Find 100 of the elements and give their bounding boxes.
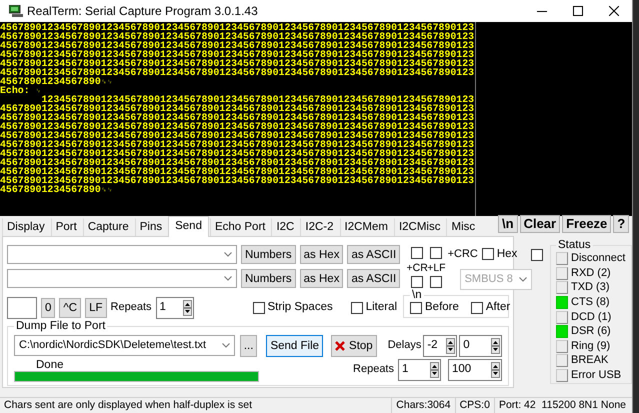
status-label: CTS (8) <box>571 296 610 310</box>
send-button[interactable]: as Hex <box>300 269 344 288</box>
spin-field[interactable]: 1 <box>398 359 441 381</box>
send-button[interactable]: Numbers <box>241 245 296 264</box>
checkbox[interactable] <box>410 302 422 314</box>
computer-icon <box>9 5 23 17</box>
terminal-text: 45678901234567890123456789012345678901234567890123456789012345678901234567890123 <box>0 40 474 51</box>
status-label: DCD (1) <box>571 310 612 324</box>
terminal-text: 45678901234567890123456789012345678901234567890123456789012345678901234567890123 <box>0 157 474 168</box>
status-text: Chars:3064 <box>391 398 455 413</box>
status-label: DSR (6) <box>571 325 611 338</box>
toolbar-button[interactable]: Clear <box>520 215 560 234</box>
checkbox[interactable] <box>531 248 544 260</box>
delays-label: Delays <box>388 338 422 352</box>
status-text: Chars sent are only displayed when half-duplex is set <box>3 398 254 413</box>
status-indicator[interactable] <box>556 310 568 324</box>
checkbox-label: Before <box>425 301 459 316</box>
status-label: Ring (9) <box>571 340 610 353</box>
checkbox-label: Strip Spaces <box>268 301 333 315</box>
status-indicator[interactable] <box>556 340 568 353</box>
checkbox[interactable] <box>430 247 442 259</box>
checkbox[interactable] <box>252 302 265 314</box>
checkbox-label: Hex <box>496 248 518 262</box>
spin-arrows-icon[interactable] <box>182 300 192 316</box>
checkbox[interactable] <box>411 276 424 288</box>
terminal-text: 45678901234567890123456789012345678901234567890123456789012345678901234567890123 <box>0 49 474 60</box>
status-text: Port: 42 115200 8N1 None <box>494 398 632 413</box>
toolbar-button[interactable]: \n <box>498 215 518 234</box>
status-text: CPS:0 <box>454 398 494 413</box>
checkbox[interactable] <box>411 247 424 259</box>
group-title: Status <box>557 240 592 252</box>
status-indicator[interactable] <box>556 252 568 266</box>
terminal-text: 45678901234567890123456789012345678901234567890123456789012345678901234567890123 <box>0 22 474 33</box>
status-label: BREAK <box>571 354 608 368</box>
caret-icon <box>224 252 232 257</box>
terminal-text: 1234567890123456789012345678901234567890123456789012345678901234567890123 <box>41 94 474 105</box>
checkbox[interactable] <box>350 302 363 314</box>
terminal-text: 45678901234567890123456789012345678901234567890123456789012345678901234567890123 <box>0 67 474 78</box>
send-button[interactable]: as ASCII <box>347 269 400 288</box>
terminal-text: 45678901234567890123456789012345678901234567890123456789012345678901234567890123 <box>0 112 474 123</box>
status-indicator[interactable] <box>556 266 568 280</box>
tab[interactable]: Send <box>168 216 209 237</box>
close-icon <box>609 6 619 16</box>
spin-field[interactable]: -2 <box>423 334 458 356</box>
terminal-text: 45678901234567890123456789012345678901234567890123456789012345678901234567890123 <box>0 58 474 69</box>
spin-arrows-icon[interactable] <box>491 362 500 378</box>
terminal-text: 45678901234567890 <box>0 184 101 195</box>
checkbox[interactable] <box>430 276 442 288</box>
char-button[interactable]: ^C <box>59 298 82 318</box>
toolbar-button[interactable]: ? <box>613 215 630 234</box>
window-title: RealTerm: Serial Capture Program 3.0.1.43 <box>27 4 258 18</box>
send-button[interactable]: as ASCII <box>347 245 400 264</box>
checkbox[interactable] <box>482 248 494 260</box>
stop-button[interactable]: Stop <box>331 334 377 356</box>
crc-label: +CRC <box>448 248 478 262</box>
spin-arrows-icon[interactable] <box>490 338 500 354</box>
status-label: TXD (3) <box>571 281 610 295</box>
terminal-text: 45678901234567890123456789012345678901234567890123456789012345678901234567890123 <box>0 175 474 186</box>
terminal-text: 45678901234567890123456789012345678901234567890123456789012345678901234567890123 <box>0 139 474 150</box>
repeats-label: Repeats <box>353 363 394 377</box>
spin-field[interactable]: 0 <box>459 334 502 356</box>
checkbox-label: After <box>486 301 510 316</box>
terminal-text: 45678901234567890123456789012345678901234567890123456789012345678901234567890123 <box>0 103 474 114</box>
terminal-text: Echo: <box>0 85 31 96</box>
terminal-text: 45678901234567890123456789012345678901234567890123456789012345678901234567890123 <box>0 121 474 132</box>
repeats-label: Repeats <box>110 301 152 315</box>
send-button[interactable]: Numbers <box>241 269 296 288</box>
terminal-text: 45678901234567890123456789012345678901234567890123456789012345678901234567890123 <box>0 148 474 159</box>
char-button[interactable]: 0 <box>41 298 56 318</box>
minimize-icon <box>537 10 547 12</box>
spin-field[interactable]: 1 <box>156 297 194 319</box>
spin-arrows-icon[interactable] <box>446 338 456 354</box>
send-file-button[interactable]: Send File <box>266 334 324 356</box>
char-input-field[interactable] <box>7 297 37 319</box>
cross-icon <box>335 340 346 350</box>
char-button[interactable]: LF <box>85 298 107 318</box>
caret-icon <box>518 277 527 282</box>
dropdown-field[interactable] <box>7 245 237 264</box>
terminal-text: 45678901234567890123456789012345678901234567890123456789012345678901234567890123 <box>0 130 474 141</box>
status-label: Error USB <box>571 368 622 382</box>
status-indicator[interactable] <box>556 369 568 382</box>
spin-field[interactable]: 100 <box>448 359 502 381</box>
toolbar-button[interactable]: Freeze <box>562 215 612 234</box>
group-title: Dump File to Port <box>15 321 106 332</box>
status-label: RXD (2) <box>571 266 611 280</box>
browse-button[interactable]: ... <box>240 334 258 356</box>
dropdown-field: SMBUS 8 <box>460 269 532 290</box>
dropdown-field[interactable]: C:\nordic\NordicSDK\Deleteme\test.txt <box>14 335 235 356</box>
checkbox-label: +CR <box>406 262 428 272</box>
status-indicator[interactable] <box>556 281 568 294</box>
checkbox-label: +LF <box>427 262 446 272</box>
dropdown-field[interactable] <box>7 269 237 288</box>
checkbox-label: Literal <box>366 301 398 315</box>
maximize-icon <box>573 6 583 16</box>
terminal-text: 45678901234567890123456789012345678901234567890123456789012345678901234567890123 <box>0 31 474 42</box>
caret-icon <box>224 276 232 281</box>
status-indicator[interactable] <box>556 354 568 368</box>
checkbox[interactable] <box>470 302 483 314</box>
send-button[interactable]: as Hex <box>300 245 344 264</box>
spin-arrows-icon[interactable] <box>430 362 439 378</box>
